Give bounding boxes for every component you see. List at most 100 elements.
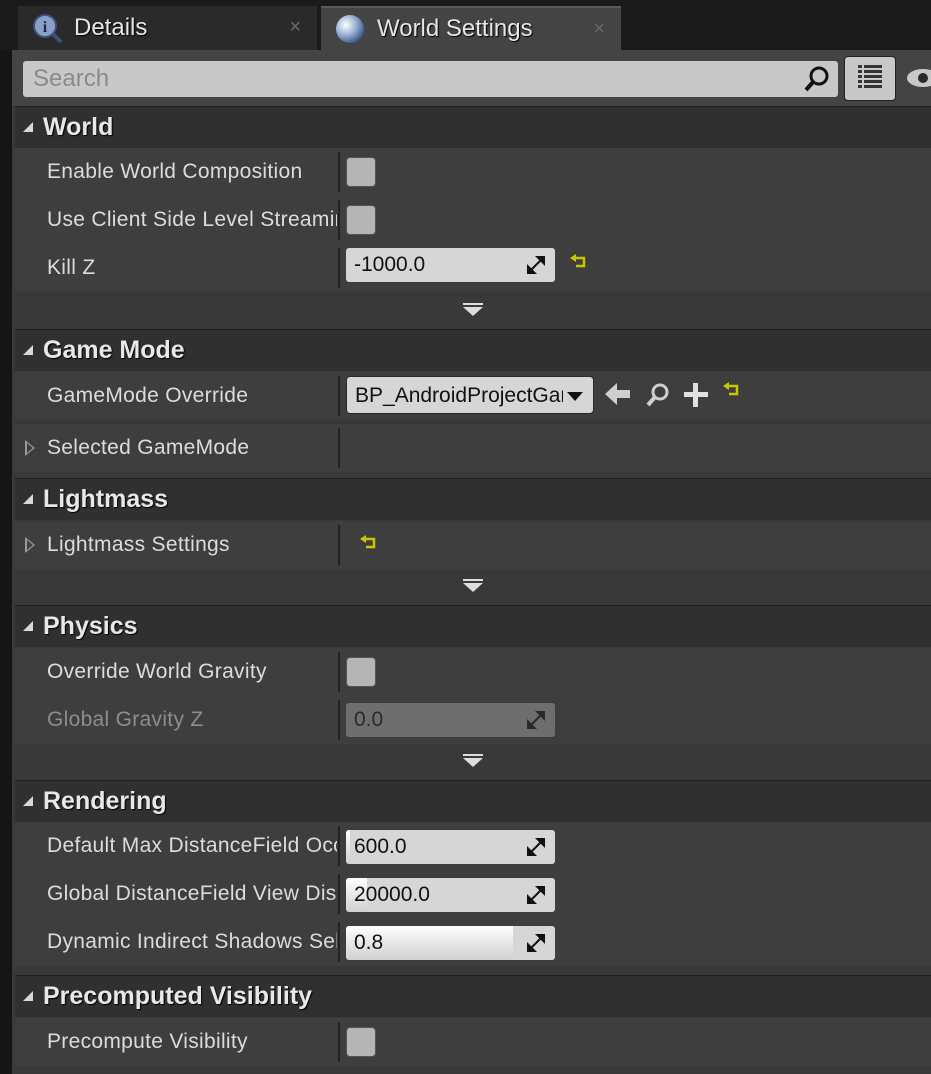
close-icon[interactable]: × bbox=[593, 18, 605, 41]
column-divider[interactable] bbox=[338, 525, 340, 565]
precompute-visibility-checkbox[interactable] bbox=[346, 1027, 376, 1057]
column-divider[interactable] bbox=[338, 376, 340, 416]
collapse-arrow-icon bbox=[23, 990, 33, 1001]
column-divider[interactable] bbox=[338, 248, 340, 288]
property-row[interactable]: Selected GameMode bbox=[15, 424, 931, 472]
info-icon: i bbox=[30, 11, 64, 45]
search-row bbox=[12, 50, 931, 106]
expand-arrow-icon[interactable] bbox=[25, 440, 35, 456]
property-row: Precompute Visibility bbox=[15, 1018, 931, 1066]
section-rendering[interactable]: Rendering bbox=[15, 780, 931, 822]
enable-world-composition-checkbox[interactable] bbox=[346, 157, 376, 187]
property-row: Dynamic Indirect Shadows Self Shadowing … bbox=[15, 918, 931, 966]
column-divider[interactable] bbox=[338, 652, 340, 692]
indirect-shadows-intensity-slider[interactable]: 0.8 bbox=[346, 926, 555, 960]
collapse-arrow-icon bbox=[23, 121, 33, 132]
browse-search-icon[interactable] bbox=[645, 382, 671, 413]
property-label: Precompute Visibility bbox=[47, 1030, 248, 1053]
column-divider[interactable] bbox=[338, 1022, 340, 1062]
property-label: Kill Z bbox=[47, 256, 96, 279]
globe-icon bbox=[333, 12, 367, 46]
property-label: Enable World Composition bbox=[47, 160, 303, 183]
column-divider[interactable] bbox=[338, 428, 340, 468]
advanced-expander[interactable] bbox=[15, 298, 931, 326]
section-title: Precomputed Visibility bbox=[43, 982, 313, 1010]
search-icon[interactable] bbox=[802, 64, 832, 99]
tab-label: Details bbox=[74, 14, 148, 41]
section-lightmass[interactable]: Lightmass bbox=[15, 478, 931, 520]
numeric-value: 20000.0 bbox=[354, 883, 430, 906]
global-gravity-z-input: 0.0 bbox=[346, 703, 555, 737]
expand-advanced-icon bbox=[463, 578, 483, 598]
property-row: GameMode Override BP_AndroidProjectGameM… bbox=[15, 372, 931, 420]
eye-icon[interactable] bbox=[905, 65, 931, 96]
section-title: Lightmass bbox=[43, 485, 169, 513]
column-divider[interactable] bbox=[338, 700, 340, 740]
advanced-expander[interactable] bbox=[15, 574, 931, 602]
section-title: World bbox=[43, 113, 114, 141]
column-divider[interactable] bbox=[338, 826, 340, 866]
client-side-level-streaming-checkbox[interactable] bbox=[346, 205, 376, 235]
collapse-arrow-icon bbox=[23, 344, 33, 355]
use-selected-arrow-icon[interactable] bbox=[605, 382, 631, 411]
section-title: Physics bbox=[43, 612, 138, 640]
section-precomputed-visibility[interactable]: Precomputed Visibility bbox=[15, 975, 931, 1017]
max-distancefield-occlusion-slider[interactable]: 600.0 bbox=[346, 830, 555, 864]
column-divider[interactable] bbox=[338, 874, 340, 914]
search-input[interactable] bbox=[23, 61, 783, 97]
drag-arrows-icon[interactable] bbox=[527, 886, 545, 909]
property-label: Global Gravity Z bbox=[47, 708, 204, 731]
gamemode-override-dropdown[interactable]: BP_AndroidProjectGameMode bbox=[346, 376, 594, 414]
property-label: Global DistanceField View Distance bbox=[47, 882, 337, 905]
override-world-gravity-checkbox[interactable] bbox=[346, 657, 376, 687]
drag-arrows-icon[interactable] bbox=[527, 934, 545, 957]
column-divider[interactable] bbox=[338, 922, 340, 962]
reset-to-default-icon[interactable] bbox=[723, 382, 741, 403]
tab-label: World Settings bbox=[377, 15, 533, 42]
property-label: Override World Gravity bbox=[47, 660, 267, 683]
collapse-arrow-icon bbox=[23, 795, 33, 806]
column-divider[interactable] bbox=[338, 200, 340, 240]
property-row: Global DistanceField View Distance 20000… bbox=[15, 870, 931, 918]
property-label: Use Client Side Level Streaming Volumes bbox=[47, 208, 337, 231]
property-row: Enable World Composition bbox=[15, 148, 931, 196]
global-distancefield-view-distance-slider[interactable]: 20000.0 bbox=[346, 878, 555, 912]
reset-to-default-icon[interactable] bbox=[570, 254, 588, 275]
expand-arrow-icon[interactable] bbox=[25, 537, 35, 553]
property-label: Lightmass Settings bbox=[47, 533, 230, 556]
reset-to-default-icon[interactable] bbox=[360, 535, 378, 556]
property-row: Kill Z -1000.0 bbox=[15, 244, 931, 292]
property-label: Dynamic Indirect Shadows Self Shadowing … bbox=[47, 930, 337, 953]
numeric-value: 0.8 bbox=[354, 931, 384, 954]
tab-world-settings[interactable]: World Settings × bbox=[321, 6, 621, 50]
list-view-icon bbox=[856, 62, 884, 95]
numeric-value: 600.0 bbox=[354, 835, 407, 858]
details-panel: World Enable World Composition Use Clien… bbox=[12, 50, 931, 1074]
tab-details[interactable]: i Details × bbox=[18, 6, 317, 50]
kill-z-input[interactable]: -1000.0 bbox=[346, 248, 555, 282]
property-row: Use Client Side Level Streaming Volumes bbox=[15, 196, 931, 244]
section-title: Game Mode bbox=[43, 336, 185, 364]
section-world[interactable]: World bbox=[15, 106, 931, 148]
property-row: Default Max DistanceField Occlusion Dist… bbox=[15, 822, 931, 870]
property-label: Default Max DistanceField Occlusion Dist… bbox=[47, 834, 337, 857]
tab-bar: i Details × World Settings × bbox=[0, 0, 931, 50]
close-icon[interactable]: × bbox=[289, 16, 301, 39]
collapse-arrow-icon bbox=[23, 493, 33, 504]
collapse-arrow-icon bbox=[23, 620, 33, 631]
drag-arrows-icon[interactable] bbox=[527, 256, 545, 279]
chevron-down-icon bbox=[567, 392, 583, 401]
expand-advanced-icon bbox=[463, 302, 483, 322]
section-physics[interactable]: Physics bbox=[15, 605, 931, 647]
column-divider[interactable] bbox=[338, 152, 340, 192]
property-row[interactable]: Lightmass Settings bbox=[15, 521, 931, 569]
svg-text:i: i bbox=[43, 19, 48, 36]
expand-advanced-icon bbox=[463, 753, 483, 773]
section-title: Rendering bbox=[43, 787, 167, 815]
section-game-mode[interactable]: Game Mode bbox=[15, 329, 931, 371]
advanced-expander[interactable] bbox=[15, 749, 931, 777]
add-plus-icon[interactable] bbox=[683, 382, 709, 413]
drag-arrows-icon[interactable] bbox=[527, 838, 545, 861]
drag-arrows-icon bbox=[527, 711, 545, 734]
view-options-button[interactable] bbox=[844, 56, 896, 101]
